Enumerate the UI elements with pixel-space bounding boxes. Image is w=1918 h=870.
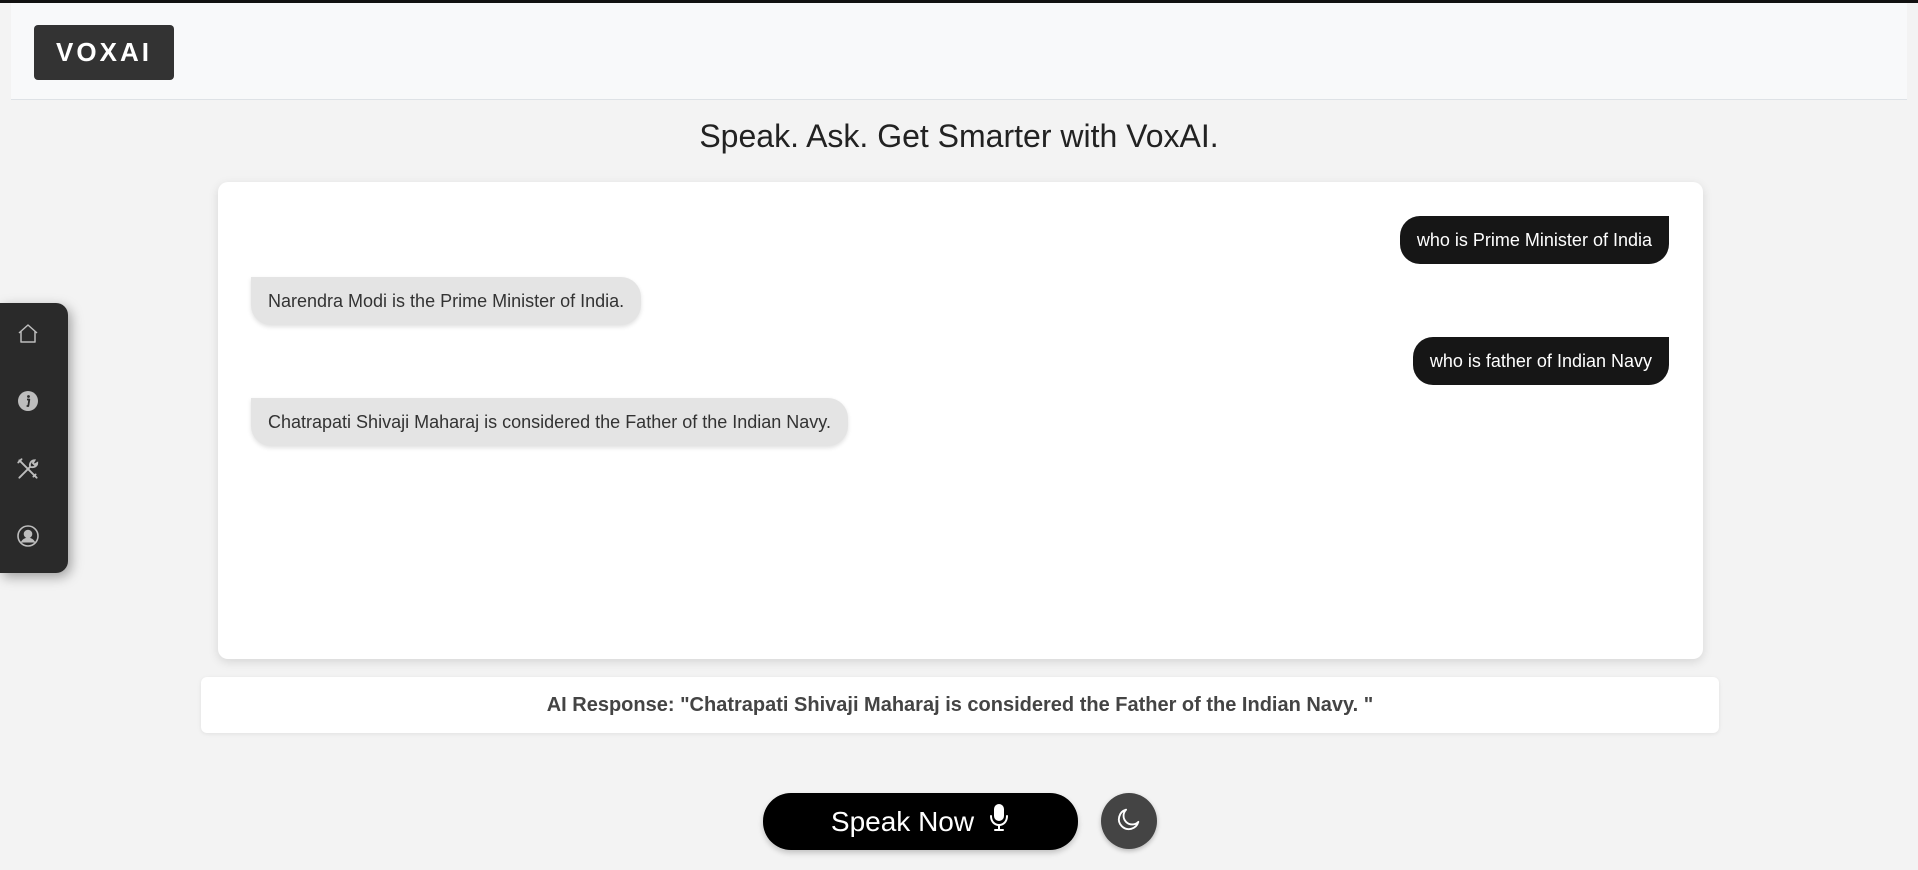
page-title: Speak. Ask. Get Smarter with VoxAI. bbox=[699, 118, 1219, 154]
ai-message: Chatrapati Shivaji Maharaj is considered… bbox=[251, 398, 848, 446]
speak-now-label: Speak Now bbox=[830, 805, 975, 837]
info-icon[interactable] bbox=[13, 386, 43, 416]
user-message: who is father of Indian Navy bbox=[1412, 337, 1669, 385]
ai-message: Narendra Modi is the Prime Minister of I… bbox=[251, 277, 642, 325]
speak-now-button[interactable]: Speak Now bbox=[763, 793, 1078, 850]
user-message: who is Prime Minister of India bbox=[1399, 216, 1669, 264]
logo[interactable]: VOXAI bbox=[34, 25, 174, 80]
sidebar bbox=[0, 303, 68, 573]
ai-response-display: AI Response: "Chatrapati Shivaji Maharaj… bbox=[201, 677, 1719, 733]
home-icon[interactable] bbox=[13, 319, 43, 349]
navbar: VOXAI bbox=[11, 3, 1907, 100]
microphone-icon bbox=[988, 803, 1010, 840]
ai-response-text: AI Response: "Chatrapati Shivaji Maharaj… bbox=[546, 693, 1374, 716]
tools-icon[interactable] bbox=[13, 454, 43, 484]
chat-window[interactable]: who is Prime Minister of India Narendra … bbox=[218, 182, 1703, 659]
moon-icon bbox=[1115, 805, 1143, 838]
user-icon[interactable] bbox=[13, 521, 43, 551]
theme-toggle-button[interactable] bbox=[1101, 793, 1157, 849]
